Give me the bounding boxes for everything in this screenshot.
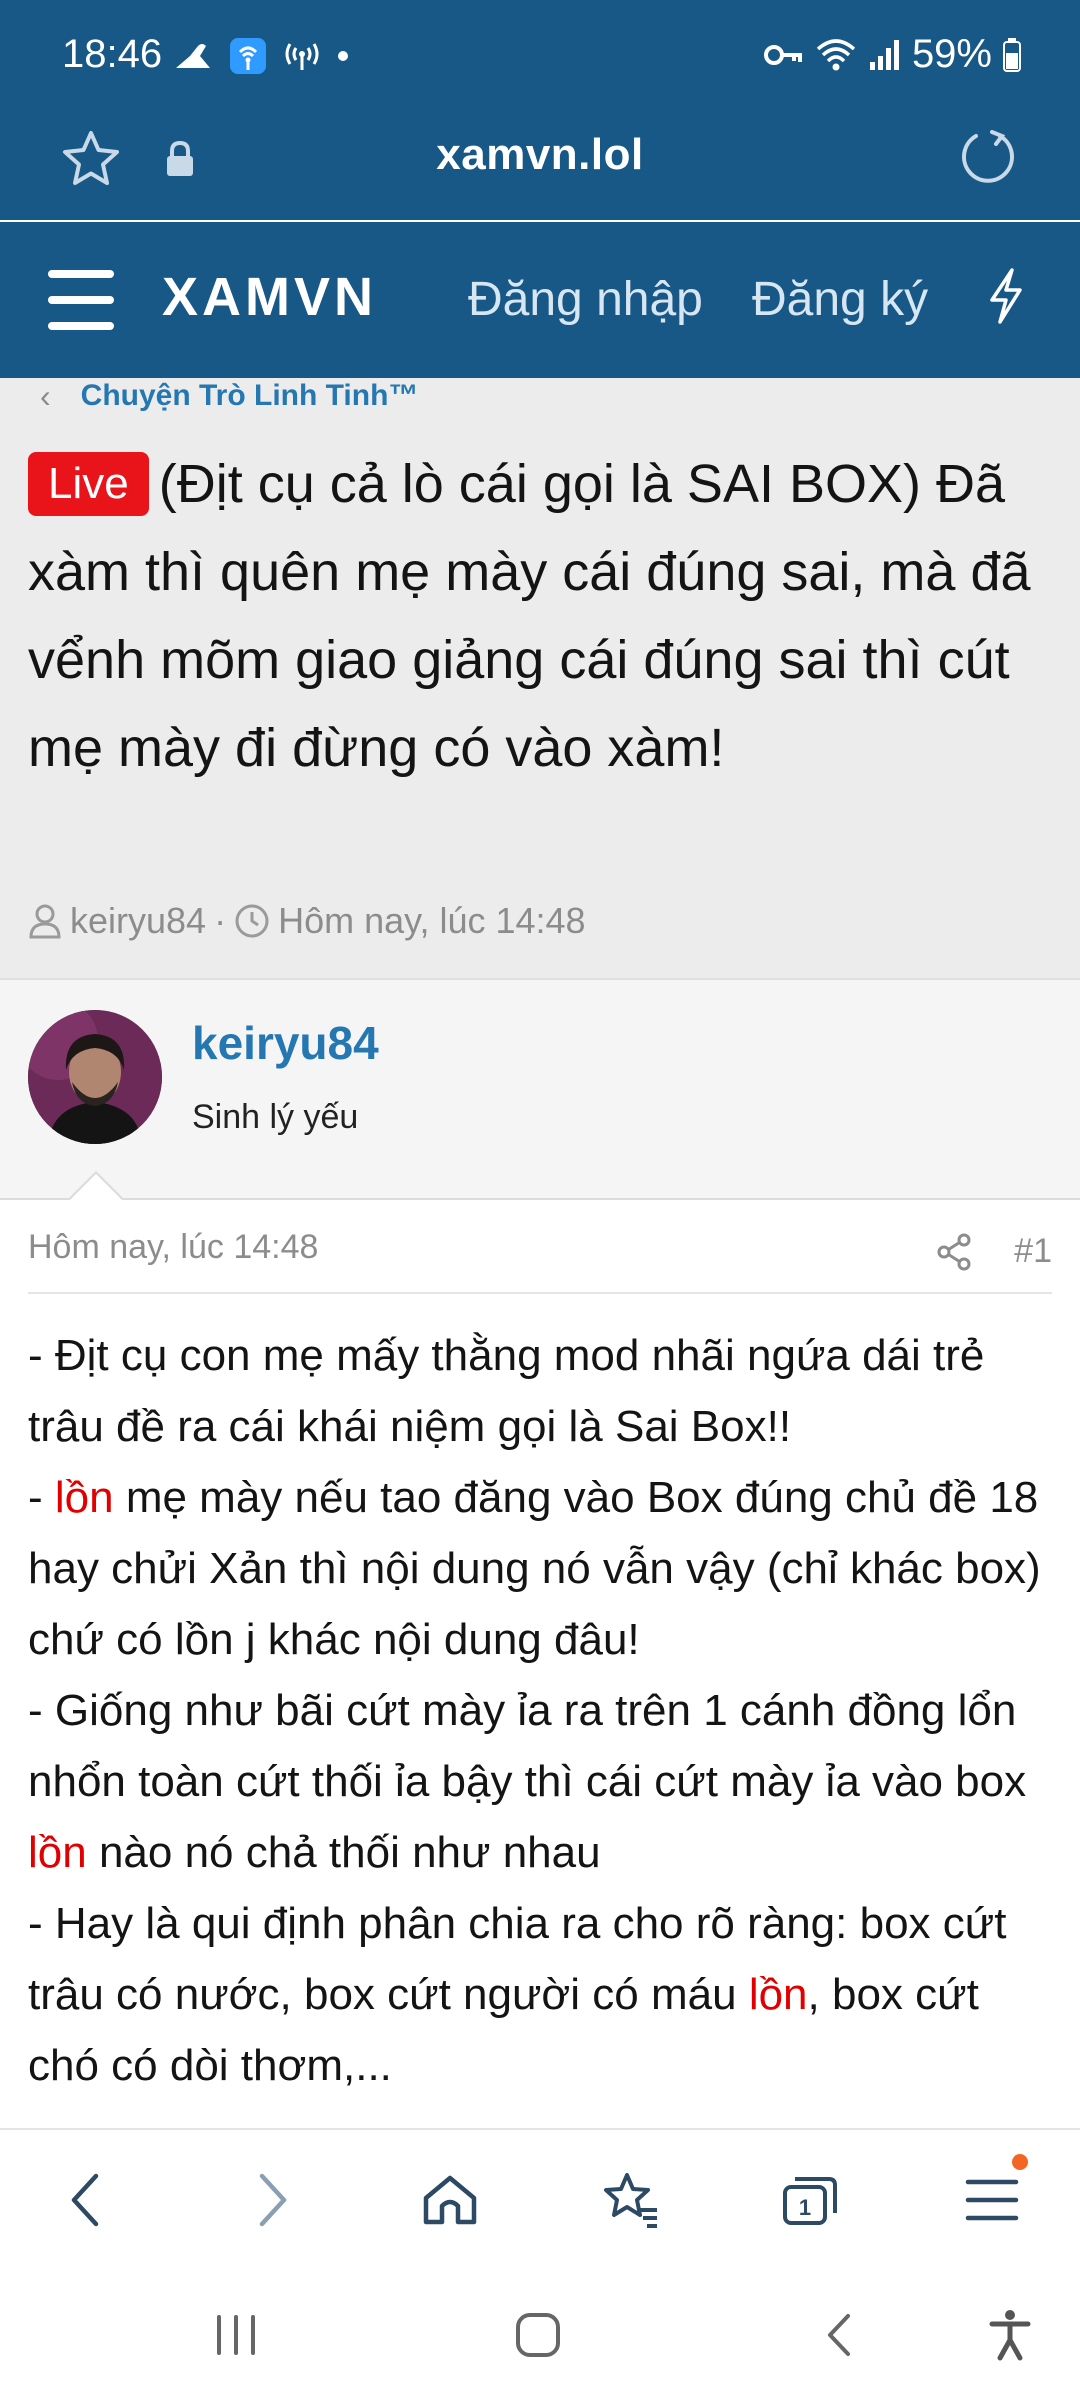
text-span: nào nó chả thối như nhau (86, 1828, 601, 1877)
site-logo[interactable]: XAMVN (162, 266, 377, 328)
censored-word: lồn (54, 1473, 114, 1522)
status-left-icons (172, 36, 350, 76)
censored-word: lồn (28, 1828, 87, 1877)
post-author-block: keiryu84 Sinh lý yếu (0, 978, 1080, 1200)
text-span: - Giống như bãi cứt mày ỉa ra trên 1 cán… (28, 1686, 1027, 1806)
post-date[interactable]: Hôm nay, lúc 14:48 (28, 1228, 318, 1266)
post-paragraph: - Địt cụ con mẹ mấy thằng mod nhãi ngứa … (28, 1331, 985, 1451)
reload-icon[interactable] (956, 126, 1020, 190)
status-bar: 18:46 59% (0, 0, 1080, 120)
breadcrumb[interactable]: ‹ Chuyện Trò Linh Tinh™ (40, 378, 418, 414)
avatar[interactable] (28, 1010, 162, 1144)
signal-icon (869, 39, 899, 70)
thread-meta: keiryu84 · Hôm nay, lúc 14:48 (28, 900, 586, 942)
login-link[interactable]: Đăng nhập (468, 272, 703, 327)
breadcrumb-label[interactable]: Chuyện Trò Linh Tinh™ (81, 379, 419, 413)
back-icon[interactable] (46, 2160, 126, 2240)
thread-title: Live (Địt cụ cả lò cái gọi là SAI BOX) Đã… (28, 440, 1052, 792)
key-icon (763, 44, 802, 65)
chevron-left-icon: ‹ (40, 377, 51, 414)
status-right: 59% (763, 32, 1022, 77)
accessibility-icon[interactable] (970, 2300, 1050, 2370)
post-body: - Địt cụ con mẹ mấy thằng mod nhãi ngứa … (28, 1320, 1058, 2120)
back-button-icon[interactable] (800, 2300, 880, 2370)
bolt-icon[interactable] (986, 266, 1026, 326)
flight-mode-icon (176, 44, 210, 68)
bookmarks-icon[interactable] (590, 2160, 670, 2240)
post-paragraph: - Hay là qui định phân chia ra cho rõ rà… (28, 1888, 1058, 2101)
notification-dot (1012, 2154, 1028, 2170)
author-title: Sinh lý yếu (192, 1098, 359, 1136)
system-navigation-bar (0, 2270, 1080, 2400)
text-span: - (28, 1473, 55, 1522)
meta-separator: · (214, 900, 227, 941)
home-icon[interactable] (410, 2160, 490, 2240)
post-meta: Hôm nay, lúc 14:48 #1 (28, 1228, 1052, 1284)
user-icon (29, 904, 61, 939)
battery-icon (1003, 37, 1021, 72)
register-link[interactable]: Đăng ký (752, 272, 928, 327)
browser-toolbar: 1 (0, 2128, 1080, 2270)
censored-word: lồn (748, 1970, 808, 2019)
live-badge[interactable]: Live (28, 452, 149, 516)
recents-icon[interactable] (196, 2300, 276, 2370)
wifi-calling-icon (230, 38, 266, 74)
text-span: mẹ mày nếu tao đăng vào Box đúng chủ đề … (28, 1473, 1041, 1664)
svg-text:1: 1 (799, 2195, 811, 2220)
menu-icon[interactable] (952, 2154, 1032, 2240)
clock-icon (235, 904, 269, 938)
author-name[interactable]: keiryu84 (192, 1016, 379, 1070)
post-paragraph: - lồn mẹ mày nếu tao đăng vào Box đúng c… (28, 1462, 1058, 1675)
tabs-icon[interactable]: 1 (770, 2160, 850, 2240)
status-time: 18:46 (62, 32, 163, 76)
hotspot-icon (285, 43, 319, 70)
home-button-icon[interactable] (498, 2300, 578, 2370)
thread-header: ‹ Chuyện Trò Linh Tinh™ Live (Địt cụ cả l… (0, 378, 1080, 978)
thread-date[interactable]: Hôm nay, lúc 14:48 (278, 900, 586, 942)
menu-icon[interactable] (48, 270, 114, 330)
post-paragraph: - Giống như bãi cứt mày ỉa ra trên 1 cán… (28, 1675, 1058, 1888)
message-pointer (70, 1174, 122, 1200)
forward-icon[interactable] (232, 2160, 312, 2240)
post-number[interactable]: #1 (1014, 1232, 1052, 1271)
url-text[interactable]: xamvn.lol (0, 130, 1080, 180)
dot-icon (338, 51, 348, 61)
browser-url-bar: xamvn.lol (0, 120, 1080, 220)
divider (28, 1292, 1052, 1294)
thread-title-text: (Địt cụ cả lò cái gọi là SAI BOX) Đã xàm… (28, 454, 1031, 778)
wifi-icon (816, 38, 856, 70)
share-icon[interactable] (934, 1232, 974, 1272)
battery-percent: 59% (911, 32, 992, 76)
site-header: XAMVN Đăng nhập Đăng ký (0, 222, 1080, 378)
thread-author[interactable]: keiryu84 (70, 900, 206, 942)
